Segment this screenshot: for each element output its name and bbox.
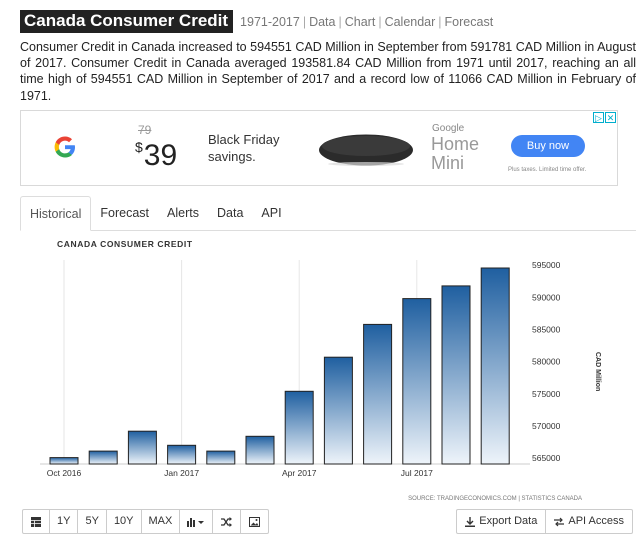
range-button-group: 1Y 5Y 10Y MAX	[22, 509, 270, 534]
tab-alerts[interactable]: Alerts	[158, 196, 208, 230]
link-data[interactable]: Data	[309, 15, 335, 29]
y-tick-label: 595000	[532, 260, 561, 270]
ad-close-icon[interactable]: ✕	[605, 112, 616, 123]
table-icon	[31, 516, 41, 527]
home-mini-device-image	[319, 134, 413, 166]
y-axis-ticks: 565000 570000 575000 580000 585000 590000 5950…	[532, 260, 561, 463]
y-tick-label: 565000	[532, 453, 561, 463]
link-chart[interactable]: Chart	[345, 15, 376, 29]
bar-oct-2016	[49, 457, 79, 465]
x-tick-label: Jan 2017	[164, 468, 199, 478]
separator: |	[378, 14, 382, 29]
buy-now-button[interactable]: Buy now	[511, 135, 585, 157]
exchange-icon	[554, 517, 565, 526]
bar-aug-2017	[441, 285, 471, 465]
bar-apr-2017	[284, 390, 314, 465]
currency-symbol: $	[135, 139, 143, 155]
bar-jan-2017	[167, 444, 197, 465]
link-calendar[interactable]: Calendar	[385, 15, 436, 29]
summary-text: Consumer Credit in Canada increased to 5…	[20, 40, 636, 103]
bar-may-2017	[323, 356, 353, 465]
compare-button[interactable]	[213, 509, 242, 534]
link-date-range[interactable]: 1971-2017	[240, 15, 300, 29]
chart-type-button[interactable]	[180, 509, 214, 534]
bar-jul-2017	[402, 298, 432, 465]
x-tick-label: Oct 2016	[47, 468, 82, 478]
chart-bars	[49, 267, 510, 465]
range-5y-button[interactable]: 5Y	[78, 509, 107, 534]
ad-fine-print: Plus taxes. Limited time offer.	[508, 167, 587, 173]
x-tick-label: Jul 2017	[401, 468, 433, 478]
bar-nov-2016	[88, 450, 118, 465]
download-icon	[465, 516, 476, 527]
table-view-button[interactable]	[22, 509, 50, 534]
bar-mar-2017	[245, 435, 275, 465]
bar-feb-2017	[206, 450, 236, 465]
ad-info-icon[interactable]: ▷	[593, 112, 604, 123]
tab-historical[interactable]: Historical	[20, 196, 92, 231]
api-access-label: API Access	[568, 515, 624, 527]
y-tick-label: 575000	[532, 389, 561, 399]
old-price-value: 79	[138, 123, 152, 137]
export-button-group: Export Data API Access	[456, 509, 633, 534]
x-tick-label: Apr 2017	[282, 468, 317, 478]
google-logo-icon	[54, 136, 75, 158]
export-data-label: Export Data	[479, 515, 538, 527]
y-tick-label: 570000	[532, 421, 561, 431]
x-axis-ticks: Oct 2016 Jan 2017 Apr 2017 Jul 2017	[47, 468, 433, 478]
download-image-button[interactable]	[241, 509, 270, 534]
separator: |	[438, 14, 442, 29]
advertisement-banner[interactable]: 79 $39 Black Friday savings. Google Home…	[20, 110, 618, 186]
consumer-credit-chart: CANADA CONSUMER CREDIT 565000 570000 57500…	[40, 239, 601, 502]
link-forecast[interactable]: Forecast	[445, 15, 494, 29]
bar-chart-dropdown-icon	[187, 517, 205, 527]
separator: |	[338, 14, 342, 29]
old-price: 79	[138, 123, 151, 137]
ad-brand: Google	[432, 123, 465, 134]
y-axis-label: CAD Million	[594, 352, 601, 391]
y-tick-label: 590000	[532, 292, 561, 302]
range-max-button[interactable]: MAX	[141, 509, 181, 534]
bar-sep-2017	[480, 267, 510, 465]
api-access-button[interactable]: API Access	[546, 509, 633, 534]
ad-choices[interactable]: ▷ ✕	[592, 112, 616, 123]
tab-data[interactable]: Data	[208, 196, 252, 230]
chart-source: SOURCE: TRADINGECONOMICS.COM | STATISTIC…	[408, 496, 582, 502]
export-data-button[interactable]: Export Data	[456, 509, 547, 534]
tab-api[interactable]: API	[252, 196, 290, 230]
sale-price: $39	[135, 139, 177, 173]
tab-forecast[interactable]: Forecast	[91, 196, 158, 230]
y-tick-label: 585000	[532, 325, 561, 335]
chart-tabs: Historical Forecast Alerts Data API	[20, 196, 636, 231]
page-header: Canada Consumer Credit 1971-2017 | Data | Ch…	[20, 10, 493, 33]
range-10y-button[interactable]: 10Y	[106, 509, 142, 534]
image-icon	[249, 516, 261, 527]
promo-text: Black Friday savings.	[208, 132, 280, 164]
y-tick-label: 580000	[532, 357, 561, 367]
chart-toolbar: 1Y 5Y 10Y MAX Export Data API Access	[20, 509, 636, 536]
page-title: Canada Consumer Credit	[20, 10, 234, 33]
shuffle-icon	[221, 516, 233, 527]
chart-title: CANADA CONSUMER CREDIT	[57, 239, 193, 249]
header-links: 1971-2017 | Data | Chart | Calendar | Forecast	[240, 15, 493, 29]
sale-price-value: 39	[143, 139, 178, 172]
bar-dec-2016	[127, 430, 157, 465]
separator: |	[302, 14, 307, 29]
bar-jun-2017	[363, 323, 393, 465]
range-1y-button[interactable]: 1Y	[50, 509, 79, 534]
ad-product-name: Home Mini	[431, 134, 480, 173]
